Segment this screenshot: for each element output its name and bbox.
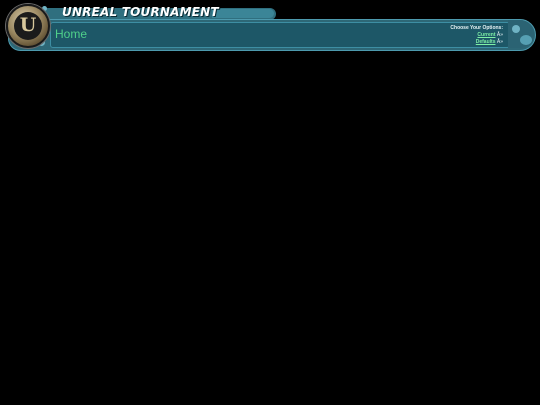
current-link[interactable]: Current [477,32,495,38]
logo-letter: U [19,14,37,36]
decor-dot-icon [520,35,532,45]
decor-dot-icon [512,25,520,33]
page-title: Home [55,27,88,41]
header-panel [50,22,510,48]
app-title: UNREAL TOURNAMENT [62,5,219,19]
option-row-current: Current Â» [450,32,503,39]
defaults-arrow: Â» [496,39,503,45]
current-arrow: Â» [496,32,503,38]
options-panel: Choose Your Options: Current Â» Defaults… [450,25,503,46]
unreal-logo-icon[interactable]: U [6,4,50,48]
options-label: Choose Your Options: [450,25,503,31]
page: UNREAL TOURNAMENT U Home Choose Your Opt… [0,0,540,405]
defaults-link[interactable]: Defaults [476,39,496,45]
title-bar-tab [212,9,274,18]
header: UNREAL TOURNAMENT U Home Choose Your Opt… [0,0,540,55]
option-row-defaults: Defaults Â» [450,39,503,46]
logo-inner: U [14,12,42,40]
